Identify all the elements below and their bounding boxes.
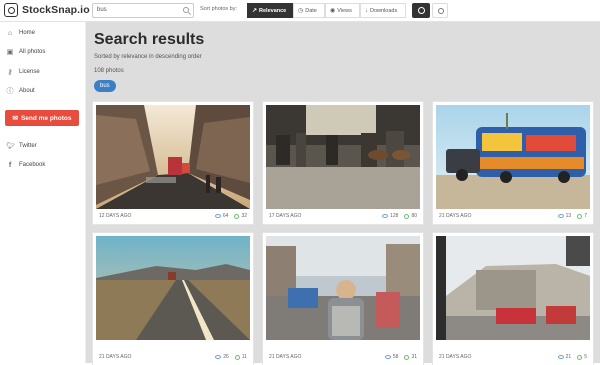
- photo-age: 21 DAYS AGO: [439, 354, 472, 360]
- photo-meta: 21 DAYS AGO 21 5: [439, 352, 587, 362]
- photo-london-buses[interactable]: [436, 236, 590, 340]
- views-stat: 64: [214, 213, 228, 219]
- result-count: 108 photos: [94, 68, 124, 74]
- facebook-icon: f: [8, 161, 12, 169]
- photo-traffic[interactable]: [266, 236, 420, 340]
- photo-meta: 21 DAYS AGO 58 31: [269, 352, 417, 362]
- eye-icon: [382, 214, 389, 218]
- sidebar-item-all-photos[interactable]: ▣ All photos: [6, 46, 46, 58]
- views-stat: 21: [557, 354, 571, 360]
- photo-age: 17 DAYS AGO: [269, 213, 302, 219]
- sort-views-button[interactable]: ◉ Views: [325, 3, 360, 18]
- sidebar-item-license[interactable]: ⚷ License: [6, 66, 39, 78]
- sidebar: ⌂ Home ▣ All photos ⚷ License ⓘ About ✉ …: [0, 22, 86, 363]
- page-title: Search results: [94, 31, 205, 48]
- downloads-stat: 31: [404, 354, 417, 360]
- photo-age: 21 DAYS AGO: [439, 213, 472, 219]
- clock-icon: ◷: [298, 8, 304, 14]
- home-icon: ⌂: [7, 29, 13, 37]
- top-bar: StockSnap.io bus Sort photos by: ↗ Relev…: [0, 0, 600, 22]
- photo-age: 12 DAYS AGO: [99, 213, 132, 219]
- download-icon: [404, 213, 410, 219]
- photo-meta: 21 DAYS AGO 13 7: [439, 211, 587, 221]
- views-stat: 13: [557, 213, 571, 219]
- key-icon: ⚷: [7, 69, 13, 76]
- photo-bus-interior[interactable]: [266, 105, 420, 209]
- download-icon: ↓: [365, 7, 368, 14]
- photo-card[interactable]: 21 DAYS AGO 26 11: [93, 233, 253, 365]
- send-me-photos-button[interactable]: ✉ Send me photos: [5, 110, 79, 126]
- download-icon: [577, 213, 583, 219]
- photo-age: 21 DAYS AGO: [99, 354, 132, 360]
- photo-card[interactable]: 21 DAYS AGO 13 7: [433, 102, 593, 224]
- photo-meta: 12 DAYS AGO 64 32: [99, 211, 247, 221]
- sort-label: Sort photos by:: [200, 6, 237, 12]
- search-value: bus: [97, 7, 107, 13]
- photo-card[interactable]: 21 DAYS AGO 58 31: [263, 233, 423, 365]
- downloads-stat: 5: [577, 354, 587, 360]
- photo-city-street[interactable]: [96, 105, 250, 209]
- photo-meta: 17 DAYS AGO 128 80: [269, 211, 417, 221]
- downloads-stat: 11: [234, 354, 247, 360]
- eye-icon: ◉: [330, 8, 336, 14]
- views-stat: 26: [215, 354, 229, 360]
- search-tag[interactable]: bus: [94, 80, 116, 92]
- search-icon[interactable]: [183, 7, 189, 13]
- photo-card[interactable]: 17 DAYS AGO 128 80: [263, 102, 423, 224]
- download-icon: [404, 354, 410, 360]
- eye-icon: [384, 355, 391, 359]
- sidebar-item-twitter[interactable]: 🐦︎ Twitter: [6, 140, 37, 152]
- download-icon: [577, 354, 583, 360]
- camera-icon: [4, 3, 18, 17]
- twitter-icon: 🐦︎: [6, 143, 15, 150]
- photo-age: 21 DAYS AGO: [269, 354, 302, 360]
- sort-downloads-button[interactable]: ↓ Downloads: [360, 3, 406, 18]
- sort-date-button[interactable]: ◷ Date: [293, 3, 325, 18]
- photo-card[interactable]: 12 DAYS AGO 64 32: [93, 102, 253, 224]
- download-icon: [234, 354, 240, 360]
- sidebar-item-home[interactable]: ⌂ Home: [6, 27, 35, 39]
- main-content: Search results Sorted by relevance in de…: [86, 22, 600, 365]
- sidebar-item-about[interactable]: ⓘ About: [6, 85, 35, 97]
- downloads-stat: 7: [577, 213, 587, 219]
- eye-icon: [557, 355, 564, 359]
- envelope-icon: ✉: [12, 115, 18, 122]
- photo-graffiti-bus[interactable]: [436, 105, 590, 209]
- downloads-stat: 32: [234, 213, 247, 219]
- trending-icon: ↗: [252, 8, 258, 14]
- grid-view-button[interactable]: [412, 3, 430, 18]
- eye-icon: [215, 355, 222, 359]
- sort-relevance-button[interactable]: ↗ Relevance: [247, 3, 293, 18]
- views-stat: 58: [384, 354, 398, 360]
- photos-icon: ▣: [6, 49, 14, 56]
- app-name: StockSnap.io: [22, 4, 90, 16]
- eye-icon: [214, 214, 221, 218]
- sort-description: Sorted by relevance in descending order: [94, 54, 202, 60]
- eye-icon: [557, 214, 564, 218]
- logo[interactable]: StockSnap.io: [4, 3, 90, 17]
- list-view-button[interactable]: [432, 3, 448, 18]
- info-icon: ⓘ: [6, 88, 14, 95]
- search-input[interactable]: bus: [92, 3, 194, 18]
- photo-desert-road[interactable]: [96, 236, 250, 340]
- views-stat: 128: [382, 213, 398, 219]
- downloads-stat: 80: [404, 213, 417, 219]
- download-icon: [234, 213, 240, 219]
- sidebar-item-facebook[interactable]: f Facebook: [6, 159, 46, 171]
- photo-meta: 21 DAYS AGO 26 11: [99, 352, 247, 362]
- photo-card[interactable]: 21 DAYS AGO 21 5: [433, 233, 593, 365]
